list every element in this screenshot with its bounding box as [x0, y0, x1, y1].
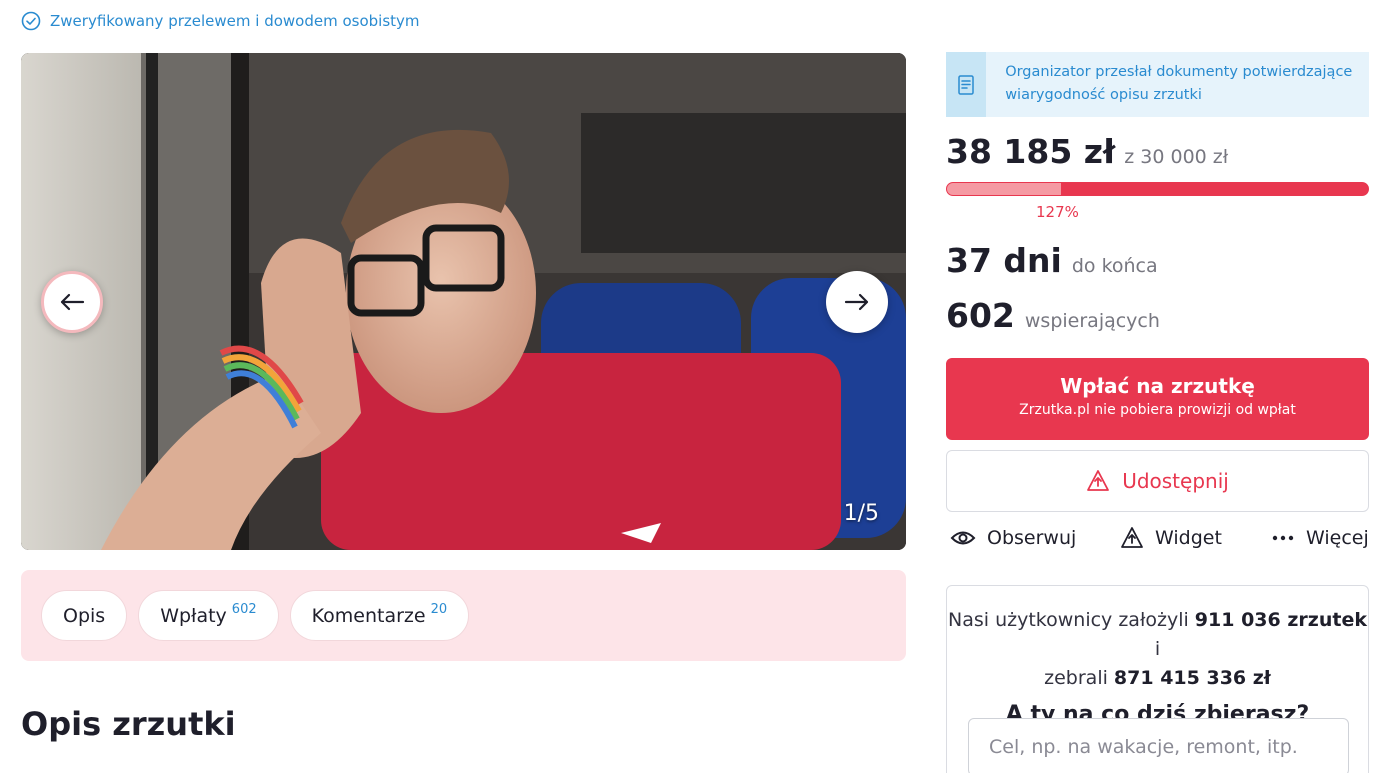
fundraiser-count: 911 036 zrzutek	[1194, 609, 1367, 631]
widget-button[interactable]: Widget	[1120, 520, 1222, 556]
tab-wplaty[interactable]: Wpłaty 602	[138, 590, 279, 641]
goal-input[interactable]	[968, 718, 1349, 773]
verification-badge: Zweryfikowany przelewem i dowodem osobis…	[21, 10, 420, 32]
share-icon	[1087, 470, 1110, 491]
tab-label: Opis	[63, 604, 106, 627]
widget-label: Widget	[1155, 527, 1222, 549]
days-left: 37 dni do końca	[946, 241, 1158, 280]
secondary-actions: Obserwuj Widget Więcej	[946, 520, 1369, 556]
donate-button[interactable]: Wpłać na zrzutkę Zrzutka.pl nie pobiera …	[946, 358, 1369, 440]
promo-stats-line: Nasi użytkownicy założyli 911 036 zrzute…	[948, 609, 1367, 660]
more-label: Więcej	[1306, 527, 1369, 549]
goal-amount: z 30 000 zł	[1124, 146, 1229, 168]
gallery-prev-button[interactable]	[41, 271, 103, 333]
verification-text: Zweryfikowany przelewem i dowodem osobis…	[50, 12, 420, 30]
content-tabs: Opis Wpłaty 602 Komentarze 20	[21, 570, 906, 661]
share-label: Udostępnij	[1122, 469, 1229, 493]
tab-komentarze[interactable]: Komentarze 20	[289, 590, 470, 641]
tab-label: Wpłaty	[160, 604, 227, 627]
supporters-value: 602	[946, 296, 1015, 335]
documents-notice-text: Organizator przesłał dokumenty potwierdz…	[1005, 64, 1353, 103]
tab-label: Komentarze	[311, 604, 426, 627]
tab-opis[interactable]: Opis	[41, 590, 128, 641]
follow-button[interactable]: Obserwuj	[950, 520, 1076, 556]
section-title: Opis zrzutki	[21, 705, 236, 743]
days-value: 37 dni	[946, 241, 1062, 280]
campaign-photo	[21, 53, 906, 550]
eye-icon	[950, 531, 976, 545]
supporters-count: 602 wspierających	[946, 296, 1160, 335]
donate-label: Wpłać na zrzutkę	[1060, 374, 1255, 398]
gallery-next-button[interactable]	[826, 271, 888, 333]
more-dots-icon	[1272, 535, 1294, 541]
total-raised: 871 415 336 zł	[1113, 667, 1271, 689]
check-circle-icon	[21, 11, 41, 31]
tab-count-badge: 602	[231, 602, 257, 617]
funding-amount: 38 185 zł z 30 000 zł	[946, 132, 1228, 171]
documents-notice: Organizator przesłał dokumenty potwierdz…	[946, 52, 1369, 117]
widget-icon	[1121, 527, 1143, 548]
supporters-label: wspierających	[1024, 310, 1160, 332]
days-label: do końca	[1071, 255, 1158, 277]
raised-amount: 38 185 zł	[946, 132, 1116, 171]
progress-bar	[946, 182, 1369, 196]
share-button[interactable]: Udostępnij	[946, 450, 1369, 512]
tab-count-badge: 20	[430, 602, 448, 617]
progress-fill	[947, 183, 1061, 195]
promo-amount-line: zebrali 871 415 336 zł	[1044, 667, 1271, 689]
gallery-counter: 1/5	[843, 501, 879, 526]
follow-label: Obserwuj	[987, 527, 1077, 549]
document-icon	[958, 74, 974, 95]
donate-sublabel: Zrzutka.pl nie pobiera prowizji od wpłat	[1019, 402, 1296, 418]
progress-percent: 127%	[1036, 203, 1079, 221]
more-button[interactable]: Więcej	[1271, 520, 1369, 556]
arrow-right-icon	[844, 293, 869, 311]
arrow-left-icon	[60, 293, 85, 311]
start-fundraiser-promo: Nasi użytkownicy założyli 911 036 zrzute…	[946, 585, 1369, 773]
photo-gallery[interactable]: 1/5	[21, 53, 906, 550]
